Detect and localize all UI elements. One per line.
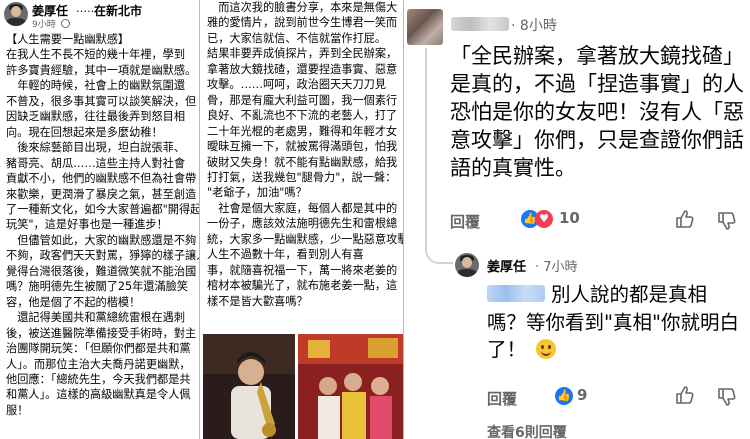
reply-line: 了！ [487,336,739,364]
post-text-line: 而這次我的臉書分享，本來是無傷大 [207,1,398,14]
smile-emoji-icon [536,339,557,359]
post-text-line: 拿著放大鏡找碴，還要捏造事實、惡意 [207,62,398,76]
post-text-line: 破財又失身！就不能有點幽默感，給我 [207,155,398,169]
post-body-part-2: 而這次我的臉書分享，本來是無傷大 雅的愛情片，說到前世今生博君一笑而 已，大家信就信… [207,0,404,309]
post-text-line: 了一種新文化，如今大家普遍都"開得起 [6,202,200,216]
reply-like-button[interactable] [675,385,695,409]
post-text-line: 年輕的時候，社會上的幽默氛圍還 [6,79,186,93]
reply-reply-button[interactable]: 回覆 [487,388,517,409]
post-text-line: 統，大家多一點幽默感，少一點惡意攻擊， [207,232,404,246]
comment-text-line: 是真的，不過「捏造事實」的人 [450,72,744,96]
comment-body: 「全民辦案，拿著放大鏡找碴」 是真的，不過「捏造事實」的人 恐怕是你的女友吧！沒有人… [450,42,744,182]
reply-time-text: 7小時 [543,260,578,275]
post-text-line: 棺材本被騙光了，就布施老姜一點，這 [207,279,398,293]
post-text-line: 和黨人」。這樣的高級幽默真是令人佩 [6,388,191,402]
comment-time-text: 8小時 [519,18,557,34]
post-text-line: 人生不過數十年，看到別人有喜 [207,248,364,262]
post-text-line: 豬哥亮、胡瓜……這些主持人對社會 [6,156,186,170]
post-time-text: 9小時 [32,20,56,30]
post-text-line: 但儘管如此，大家的幽默感還是不夠 [6,233,197,247]
post-text-line: 雅的愛情片，說到前世今生博君一笑而 [207,16,398,30]
comment-text-line: 恐怕是你的女友吧！沒有人「惡 [450,100,744,124]
reply-author-name[interactable]: 姜厚任 [487,256,526,275]
post-text-line: 後來綜藝節目出現，坦白說張菲、 [6,141,186,155]
post-text-line: 不普及，很多事其實可以談笑解決，但 [6,94,197,108]
post-text-line: 許多寶貴經驗，其中一項就是幽默感。 [6,63,197,77]
thumbs-up-icon [676,210,694,228]
globe-icon [60,19,70,28]
post-text-line: 還記得美國共和黨總統雷根在遇刺 [6,311,186,325]
post-text-line: 曖昧互擁一下，就被罵得滿頭包，怕我 [207,140,398,154]
post-text-line: 事，就隨喜祝福一下，萬一將來老姜的 [207,263,398,277]
post-photo-saxophone[interactable] [203,334,295,439]
post-text-line: 治團隊開玩笑：「但願你們都是共和黨 [6,342,191,356]
thumbs-up-icon [676,386,694,404]
post-timestamp: 9小時 [32,17,70,30]
post-text-line: 人」。而那位主治大夫喬丹諾更幽默， [6,357,191,371]
post-text-line: 二十年光棍的老處男，難得和年輕才女 [207,124,398,138]
post-location[interactable]: 在新北市 [94,2,142,19]
post-text-line: 嗎？施明德先生被關了25年還滿臉笑 [6,280,189,294]
post-photo-group[interactable] [298,334,403,439]
reply-dislike-button[interactable] [717,387,737,411]
comment-timestamp: · 8小時 [511,18,557,34]
post-text-line: 結果非要弄成偵探片，弄到全民辦案， [207,47,398,61]
reply-line: 嗎？等你看到"真相"你就明白 [487,310,739,334]
post-body-part-1: 【人生需要一點幽默感】在我人生不長不短的幾十年裡，學到 許多寶貴經驗，其中一項就是… [6,32,200,418]
post-text-column-2: 而這次我的臉書分享，本來是無傷大 雅的愛情片，說到前世今生博君一笑而 已，大家信就信… [201,0,404,439]
post-text-line: 打打氣，送我幾包"腿骨力"，說一聲： [207,170,397,184]
post-text-line: 已，大家信就信、不信就當作打屁。 [207,31,387,45]
post-text-line: 來歡樂，更潤滑了暴戾之氣，甚至創造 [6,187,197,201]
comment-like-button[interactable] [675,209,695,233]
post-text-line: 貢獻不小，他們的幽默感不但為社會帶 [6,172,197,186]
post-text-line: 社會是個大家庭，每個人都是其中的 [207,201,398,215]
post-text-line: 攻擊。……呵呵，政治圈天天刀刀見 [207,78,387,92]
post-text-line: 服！ [6,403,29,417]
post-text-line: 在我人生不長不短的幾十年裡，學到 [6,48,186,62]
comment-reply-button[interactable]: 回覆 [450,211,480,232]
post-text-line: 因缺乏幽默感，往往最後弄到怒目相 [6,110,186,124]
post-text-line: 良好、不亂流也不下流的老藝人，打了 [207,109,398,123]
post-text-line: 玩笑"，這是好事也是一種進步！ [6,218,168,232]
comment-text-line: 語的真實性。 [450,156,576,180]
post-text-line: 向。現在回想起來是多麼幼稚！ [6,125,163,139]
reply-line: 別人說的都是真相 [551,283,708,306]
post-text-line: 覺得台灣很落後，難道微笑就不能治國 [6,264,197,278]
reply-author-avatar[interactable] [455,253,479,277]
like-reaction-icon: 👍 [555,387,573,405]
reply-line-end: 了！ [487,338,527,361]
commenter-avatar-blurred[interactable] [407,9,443,45]
post-text-line: 容，他是個了不起的楷模！ [6,295,141,309]
post-text-line: 一份子，應該效法施明德先生和雷根總 [207,217,398,231]
commenter-name-blurred[interactable] [451,17,509,31]
reply-timestamp: · 7小時 [535,260,578,275]
post-text-line: 【人生需要一點幽默感】 [6,33,130,46]
thread-connector-curve [425,236,453,264]
thread-connector [425,48,427,248]
post-text-line: 後，被送進醫院準備接受手術時，對主 [6,326,197,340]
post-text-line: 不夠，政客們天天對罵，猙獰的樣子讓人 [6,249,200,263]
reply-reaction-count: 9 [577,386,588,404]
post-text-line: 骨，那是有龐大利益可圖，我一個素行 [207,93,398,107]
post-text-column-1: 姜厚任 …… 在新北市 9小時 【人生需要一點幽默感】 在我人生不長不短的幾十年裡… [0,0,200,439]
comment-dislike-button[interactable] [717,211,737,235]
reply-body: 別人說的都是真相 嗎？等你看到"真相"你就明白 了！ [487,281,739,364]
love-reaction-icon: ♥ [535,210,553,228]
comment-reaction-count: 10 [559,209,580,227]
post-text-line: 他回應：「總統先生，今天我們都是共 [6,372,191,386]
post-text-line: 樣不是皆大歡喜嗎？ [207,294,308,308]
view-more-replies-link[interactable]: 查看6則回覆 [487,422,567,439]
author-avatar[interactable] [4,2,28,26]
comment-text-line: 意攻擊」你們，只是查證你們話 [450,128,744,152]
thumbs-down-icon [718,388,736,406]
thumbs-down-icon [718,212,736,230]
post-text-line: "老爺子，加油"嗎？ [207,186,307,200]
comment-thread: · 8小時 「全民辦案，拿著放大鏡找碴」 是真的，不過「捏造事實」的人 恐怕是你的女… [405,0,750,439]
comment-text-line: 「全民辦案，拿著放大鏡找碴」 [450,44,744,68]
